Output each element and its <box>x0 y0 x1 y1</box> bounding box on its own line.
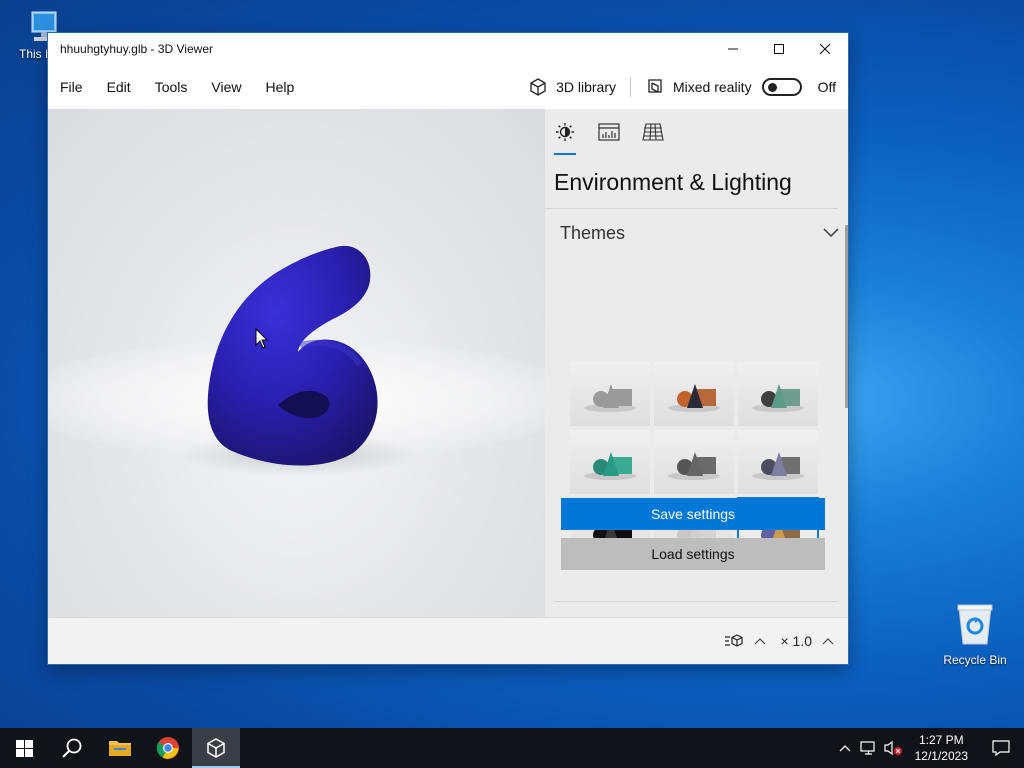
maximize-button[interactable] <box>756 33 802 65</box>
title-bar[interactable]: hhuuhgtyhuy.glb - 3D Viewer <box>48 33 848 65</box>
toggle-state-label: Off <box>817 79 836 95</box>
mixed-reality-button[interactable]: Mixed reality <box>635 77 762 97</box>
window-title: hhuuhgtyhuy.glb - 3D Viewer <box>60 42 213 56</box>
panel-divider <box>554 601 838 602</box>
load-settings-button[interactable]: Load settings <box>561 538 825 570</box>
cube-icon <box>530 78 546 96</box>
3d-library-button[interactable]: 3D library <box>518 77 626 97</box>
recycle-bin-desktop-icon[interactable]: Recycle Bin <box>937 600 1013 667</box>
chevron-up-icon <box>839 745 851 752</box>
chevron-up-icon <box>755 638 766 645</box>
search-button[interactable] <box>48 728 96 768</box>
3d-model[interactable] <box>48 109 545 617</box>
theme-swatch[interactable] <box>570 430 650 494</box>
network-icon[interactable] <box>857 740 881 756</box>
chevron-up-icon <box>822 638 834 645</box>
viewer-window: hhuuhgtyhuy.glb - 3D Viewer File Edit To… <box>48 33 848 664</box>
themes-section-header[interactable]: Themes <box>545 209 848 257</box>
theme-preview-icon <box>668 452 720 480</box>
theme-swatch[interactable] <box>570 362 650 426</box>
minimize-button[interactable] <box>710 33 756 65</box>
speed-selector[interactable]: × 1.0 <box>780 633 834 649</box>
animation-selector[interactable] <box>724 633 766 649</box>
chrome-button[interactable] <box>144 728 192 768</box>
menu-help[interactable]: Help <box>253 65 306 109</box>
3d-library-label: 3D library <box>556 79 616 95</box>
stats-icon <box>598 123 620 141</box>
windows-logo-icon <box>15 739 33 757</box>
show-hidden-icons-button[interactable] <box>833 744 857 752</box>
minimize-icon <box>728 48 738 50</box>
chevron-down-icon[interactable] <box>814 228 848 238</box>
clock[interactable]: 1:27 PM 12/1/2023 <box>905 732 978 764</box>
3d-viewer-icon <box>207 738 225 758</box>
theme-preview-icon <box>584 452 636 480</box>
mixed-reality-toggle[interactable] <box>761 78 802 96</box>
menu-tools[interactable]: Tools <box>143 65 200 109</box>
tab-grid[interactable] <box>642 109 664 155</box>
tab-lighting[interactable] <box>554 109 576 155</box>
save-settings-button[interactable]: Save settings <box>561 498 825 530</box>
theme-preview-icon <box>752 384 804 412</box>
theme-swatch[interactable] <box>738 362 818 426</box>
menu-bar: File Edit Tools View Help 3D library Mix… <box>48 65 848 109</box>
sun-icon <box>556 123 574 141</box>
system-tray: 1:27 PM 12/1/2023 <box>833 728 1024 768</box>
speed-label: × 1.0 <box>780 633 812 649</box>
search-icon <box>62 738 82 758</box>
mixed-reality-icon <box>648 79 662 93</box>
start-button[interactable] <box>0 728 48 768</box>
panel-title: Environment & Lighting <box>545 155 838 209</box>
status-bar: × 1.0 <box>48 617 848 664</box>
close-icon <box>820 44 830 54</box>
grid-icon <box>642 123 664 141</box>
notification-icon <box>992 740 1010 757</box>
theme-preview-icon <box>584 384 636 412</box>
mouse-cursor-icon <box>255 328 269 349</box>
side-panel: Environment & Lighting Themes Save setti… <box>545 109 848 617</box>
recycle-bin-icon <box>957 604 993 645</box>
close-button[interactable] <box>802 33 848 65</box>
chrome-icon <box>156 737 179 759</box>
3d-viewport[interactable] <box>48 109 545 617</box>
menu-view[interactable]: View <box>199 65 253 109</box>
notification-center-button[interactable] <box>978 739 1024 757</box>
themes-title: Themes <box>560 222 626 243</box>
theme-swatch[interactable] <box>654 362 734 426</box>
theme-swatch[interactable] <box>738 430 818 494</box>
panel-tabs <box>545 109 848 155</box>
taskbar: 1:27 PM 12/1/2023 <box>0 728 1024 768</box>
menu-separator <box>629 77 631 97</box>
volume-muted-icon[interactable] <box>881 740 905 756</box>
maximize-icon <box>774 44 784 54</box>
recycle-bin-label: Recycle Bin <box>943 653 1007 667</box>
toggle-knob <box>767 83 777 92</box>
clock-time: 1:27 PM <box>918 733 964 747</box>
clock-date: 12/1/2023 <box>914 749 968 763</box>
mixed-reality-label: Mixed reality <box>672 79 752 95</box>
theme-preview-icon <box>752 452 804 480</box>
menu-file[interactable]: File <box>48 65 95 109</box>
theme-grid <box>570 362 819 563</box>
file-explorer-button[interactable] <box>96 728 144 768</box>
animation-cube-icon <box>725 634 744 647</box>
3d-viewer-taskbar-button[interactable] <box>192 728 240 768</box>
menu-edit[interactable]: Edit <box>95 65 143 109</box>
tab-stats[interactable] <box>598 109 620 155</box>
theme-swatch[interactable] <box>654 430 734 494</box>
panel-scrollbar[interactable] <box>845 225 848 408</box>
folder-icon <box>109 741 131 756</box>
theme-preview-icon <box>668 384 720 412</box>
